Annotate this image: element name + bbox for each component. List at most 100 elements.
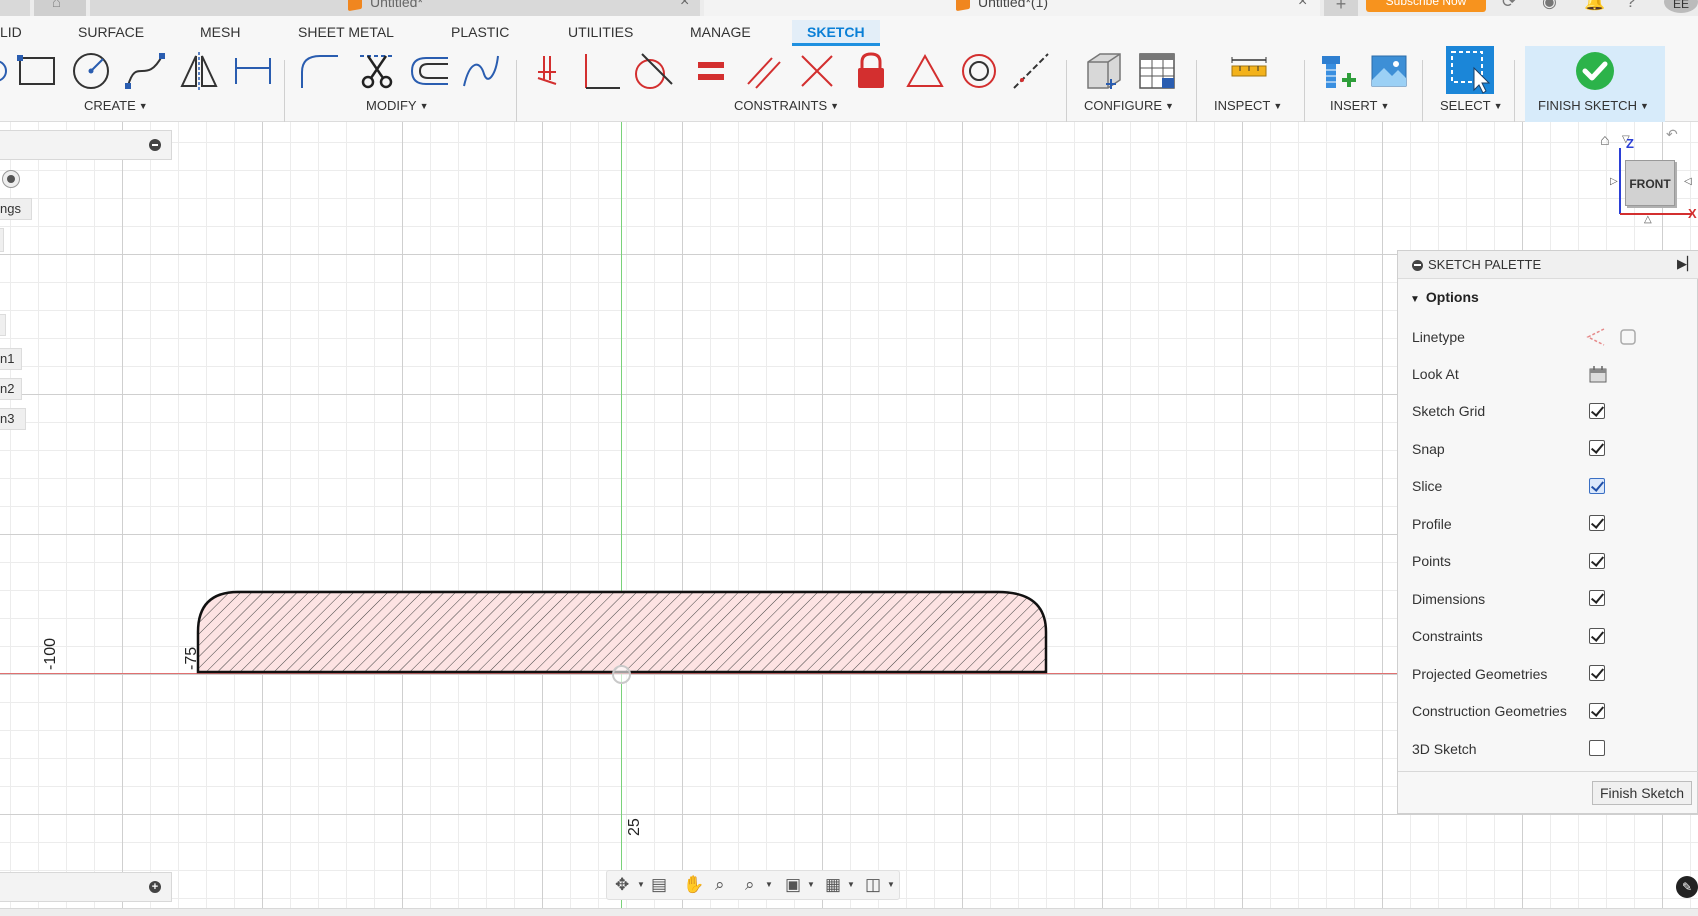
constraints-checkbox[interactable] (1589, 628, 1605, 644)
viewports-icon[interactable]: ◫ (865, 875, 881, 895)
collinear-constraint-tool[interactable] (1010, 50, 1052, 92)
user-avatar[interactable]: EE (1664, 0, 1698, 13)
dimensions-checkbox[interactable] (1589, 590, 1605, 606)
sketch-palette-header[interactable]: SKETCH PALETTE ▶▏ (1398, 251, 1698, 279)
finish-sketch-button[interactable] (1574, 50, 1616, 92)
sidebar-item-settings[interactable]: ngs (0, 198, 32, 220)
zoom-icon[interactable]: ⌕ (715, 875, 725, 895)
construction-geometries-checkbox[interactable] (1589, 703, 1605, 719)
arrow-down-icon[interactable]: △ (1644, 214, 1652, 225)
radio-button[interactable] (2, 170, 20, 188)
arrow-right-icon[interactable]: ◁ (1684, 176, 1692, 187)
fit-icon[interactable]: ⌕ (745, 875, 755, 895)
3d-sketch-checkbox[interactable] (1589, 740, 1605, 756)
spline-tool[interactable] (124, 50, 166, 92)
insert-mcmaster-tool[interactable] (1316, 50, 1358, 92)
caret-down-icon[interactable]: ▼ (847, 880, 855, 889)
offset-tool[interactable] (408, 50, 450, 92)
document-tab-1[interactable]: Untitled* × (90, 0, 700, 16)
trim-tool[interactable] (356, 50, 398, 92)
job-status-icon[interactable]: ◉ (1542, 0, 1557, 12)
look-at-icon[interactable]: ▤ (651, 875, 667, 895)
profile-checkbox[interactable] (1589, 515, 1605, 531)
view-cube-front-face[interactable]: FRONT (1625, 160, 1675, 206)
sketch-curve-tool[interactable] (460, 50, 502, 92)
coincident-constraint-tool[interactable] (528, 50, 570, 92)
caret-down-icon[interactable]: ▼ (765, 880, 773, 889)
sync-icon[interactable]: ⟳ (1502, 0, 1516, 12)
collapse-icon[interactable] (149, 139, 161, 151)
browser-panel-header[interactable] (0, 130, 172, 160)
sidebar-item-1[interactable]: n1 (0, 348, 22, 370)
orbit-icon[interactable]: ✥ (615, 875, 629, 895)
look-at-icon[interactable] (1588, 364, 1608, 384)
subscribe-button[interactable]: Subscribe Now (1366, 0, 1486, 12)
caret-down-icon[interactable]: ▼ (637, 880, 645, 889)
projected-geometries-checkbox[interactable] (1589, 665, 1605, 681)
mirror-tool[interactable] (178, 50, 220, 92)
dimension-tool[interactable] (232, 50, 274, 92)
close-icon[interactable]: × (1298, 0, 1307, 11)
document-tab-2[interactable]: Untitled*(1) × (704, 0, 1320, 16)
finish-sketch-palette-button[interactable]: Finish Sketch (1592, 781, 1692, 805)
dimension-label-left[interactable]: -100 (42, 638, 60, 670)
tab-manage[interactable]: MANAGE (690, 24, 751, 40)
insert-menu[interactable]: INSERT ▼ (1330, 98, 1389, 113)
inspect-menu[interactable]: INSPECT ▼ (1214, 98, 1282, 113)
dimension-label-profile[interactable]: -75 (183, 647, 201, 670)
origin-point[interactable] (612, 665, 631, 684)
concentric-constraint-tool[interactable] (958, 50, 1000, 92)
snap-checkbox[interactable] (1589, 440, 1605, 456)
profile-outline[interactable] (196, 590, 1048, 674)
tab-sketch[interactable]: SKETCH (807, 24, 865, 40)
tab-utilities[interactable]: UTILITIES (568, 24, 633, 40)
pan-icon[interactable]: ✋ (683, 875, 704, 895)
create-menu[interactable]: CREATE ▼ (84, 98, 148, 113)
circle-tool[interactable] (70, 50, 112, 92)
caret-down-icon[interactable]: ▼ (807, 880, 815, 889)
tab-plastic[interactable]: PLASTIC (451, 24, 509, 40)
parallel-constraint-tool[interactable] (742, 50, 784, 92)
new-tab-button[interactable]: + (1324, 0, 1358, 16)
view-cube[interactable]: ⌂ ↶ ▽ Z X ▷ ◁ △ FRONT (1600, 122, 1698, 232)
select-menu[interactable]: SELECT ▼ (1440, 98, 1503, 113)
configure-menu[interactable]: CONFIGURE ▼ (1084, 98, 1174, 113)
tab-mesh[interactable]: MESH (200, 24, 240, 40)
perpendicular-constraint-tool[interactable] (580, 50, 622, 92)
midpoint-constraint-tool[interactable] (904, 50, 946, 92)
change-parameters-tool[interactable] (1082, 50, 1124, 92)
tab-solid[interactable]: LID (0, 24, 22, 40)
points-checkbox[interactable] (1589, 553, 1605, 569)
centerline-linetype-icon[interactable] (1618, 327, 1638, 347)
insert-image-tool[interactable] (1368, 50, 1410, 92)
slice-checkbox[interactable] (1589, 478, 1605, 494)
expand-icon[interactable]: ▶▏ (1677, 256, 1697, 272)
fix-constraint-tool[interactable] (850, 50, 892, 92)
options-section-header[interactable]: ▼ Options (1410, 289, 1479, 305)
grid-settings-icon[interactable]: ▦ (825, 875, 841, 895)
rectangle-tool[interactable] (16, 50, 58, 92)
text-commands-icon[interactable]: ✎ (1676, 876, 1698, 898)
comments-panel[interactable]: + (0, 872, 172, 902)
measure-tool[interactable] (1228, 50, 1270, 92)
sketch-grid-checkbox[interactable] (1589, 403, 1605, 419)
select-tool[interactable] (1446, 46, 1494, 94)
home-tab[interactable]: ⌂ (34, 0, 86, 16)
perpendicular-lines-tool[interactable] (796, 50, 838, 92)
sidebar-item-2[interactable]: n2 (0, 378, 22, 400)
caret-down-icon[interactable]: ▼ (887, 880, 895, 889)
help-icon[interactable]: ? (1626, 0, 1635, 12)
equal-constraint-tool[interactable] (690, 50, 732, 92)
tangent-constraint-tool[interactable] (632, 50, 674, 92)
modify-menu[interactable]: MODIFY ▼ (366, 98, 428, 113)
plus-icon[interactable]: + (149, 881, 161, 893)
construction-linetype-icon[interactable] (1586, 327, 1606, 347)
finish-sketch-menu[interactable]: FINISH SKETCH ▼ (1538, 98, 1649, 113)
dimension-label-bottom[interactable]: 25 (626, 818, 644, 836)
tab-surface[interactable]: SURFACE (78, 24, 144, 40)
sidebar-item-3[interactable]: n3 (0, 408, 26, 430)
configurations-table-tool[interactable] (1136, 50, 1178, 92)
display-settings-icon[interactable]: ▣ (785, 875, 801, 895)
close-icon[interactable]: × (680, 0, 689, 11)
tab-sheet-metal[interactable]: SHEET METAL (298, 24, 394, 40)
